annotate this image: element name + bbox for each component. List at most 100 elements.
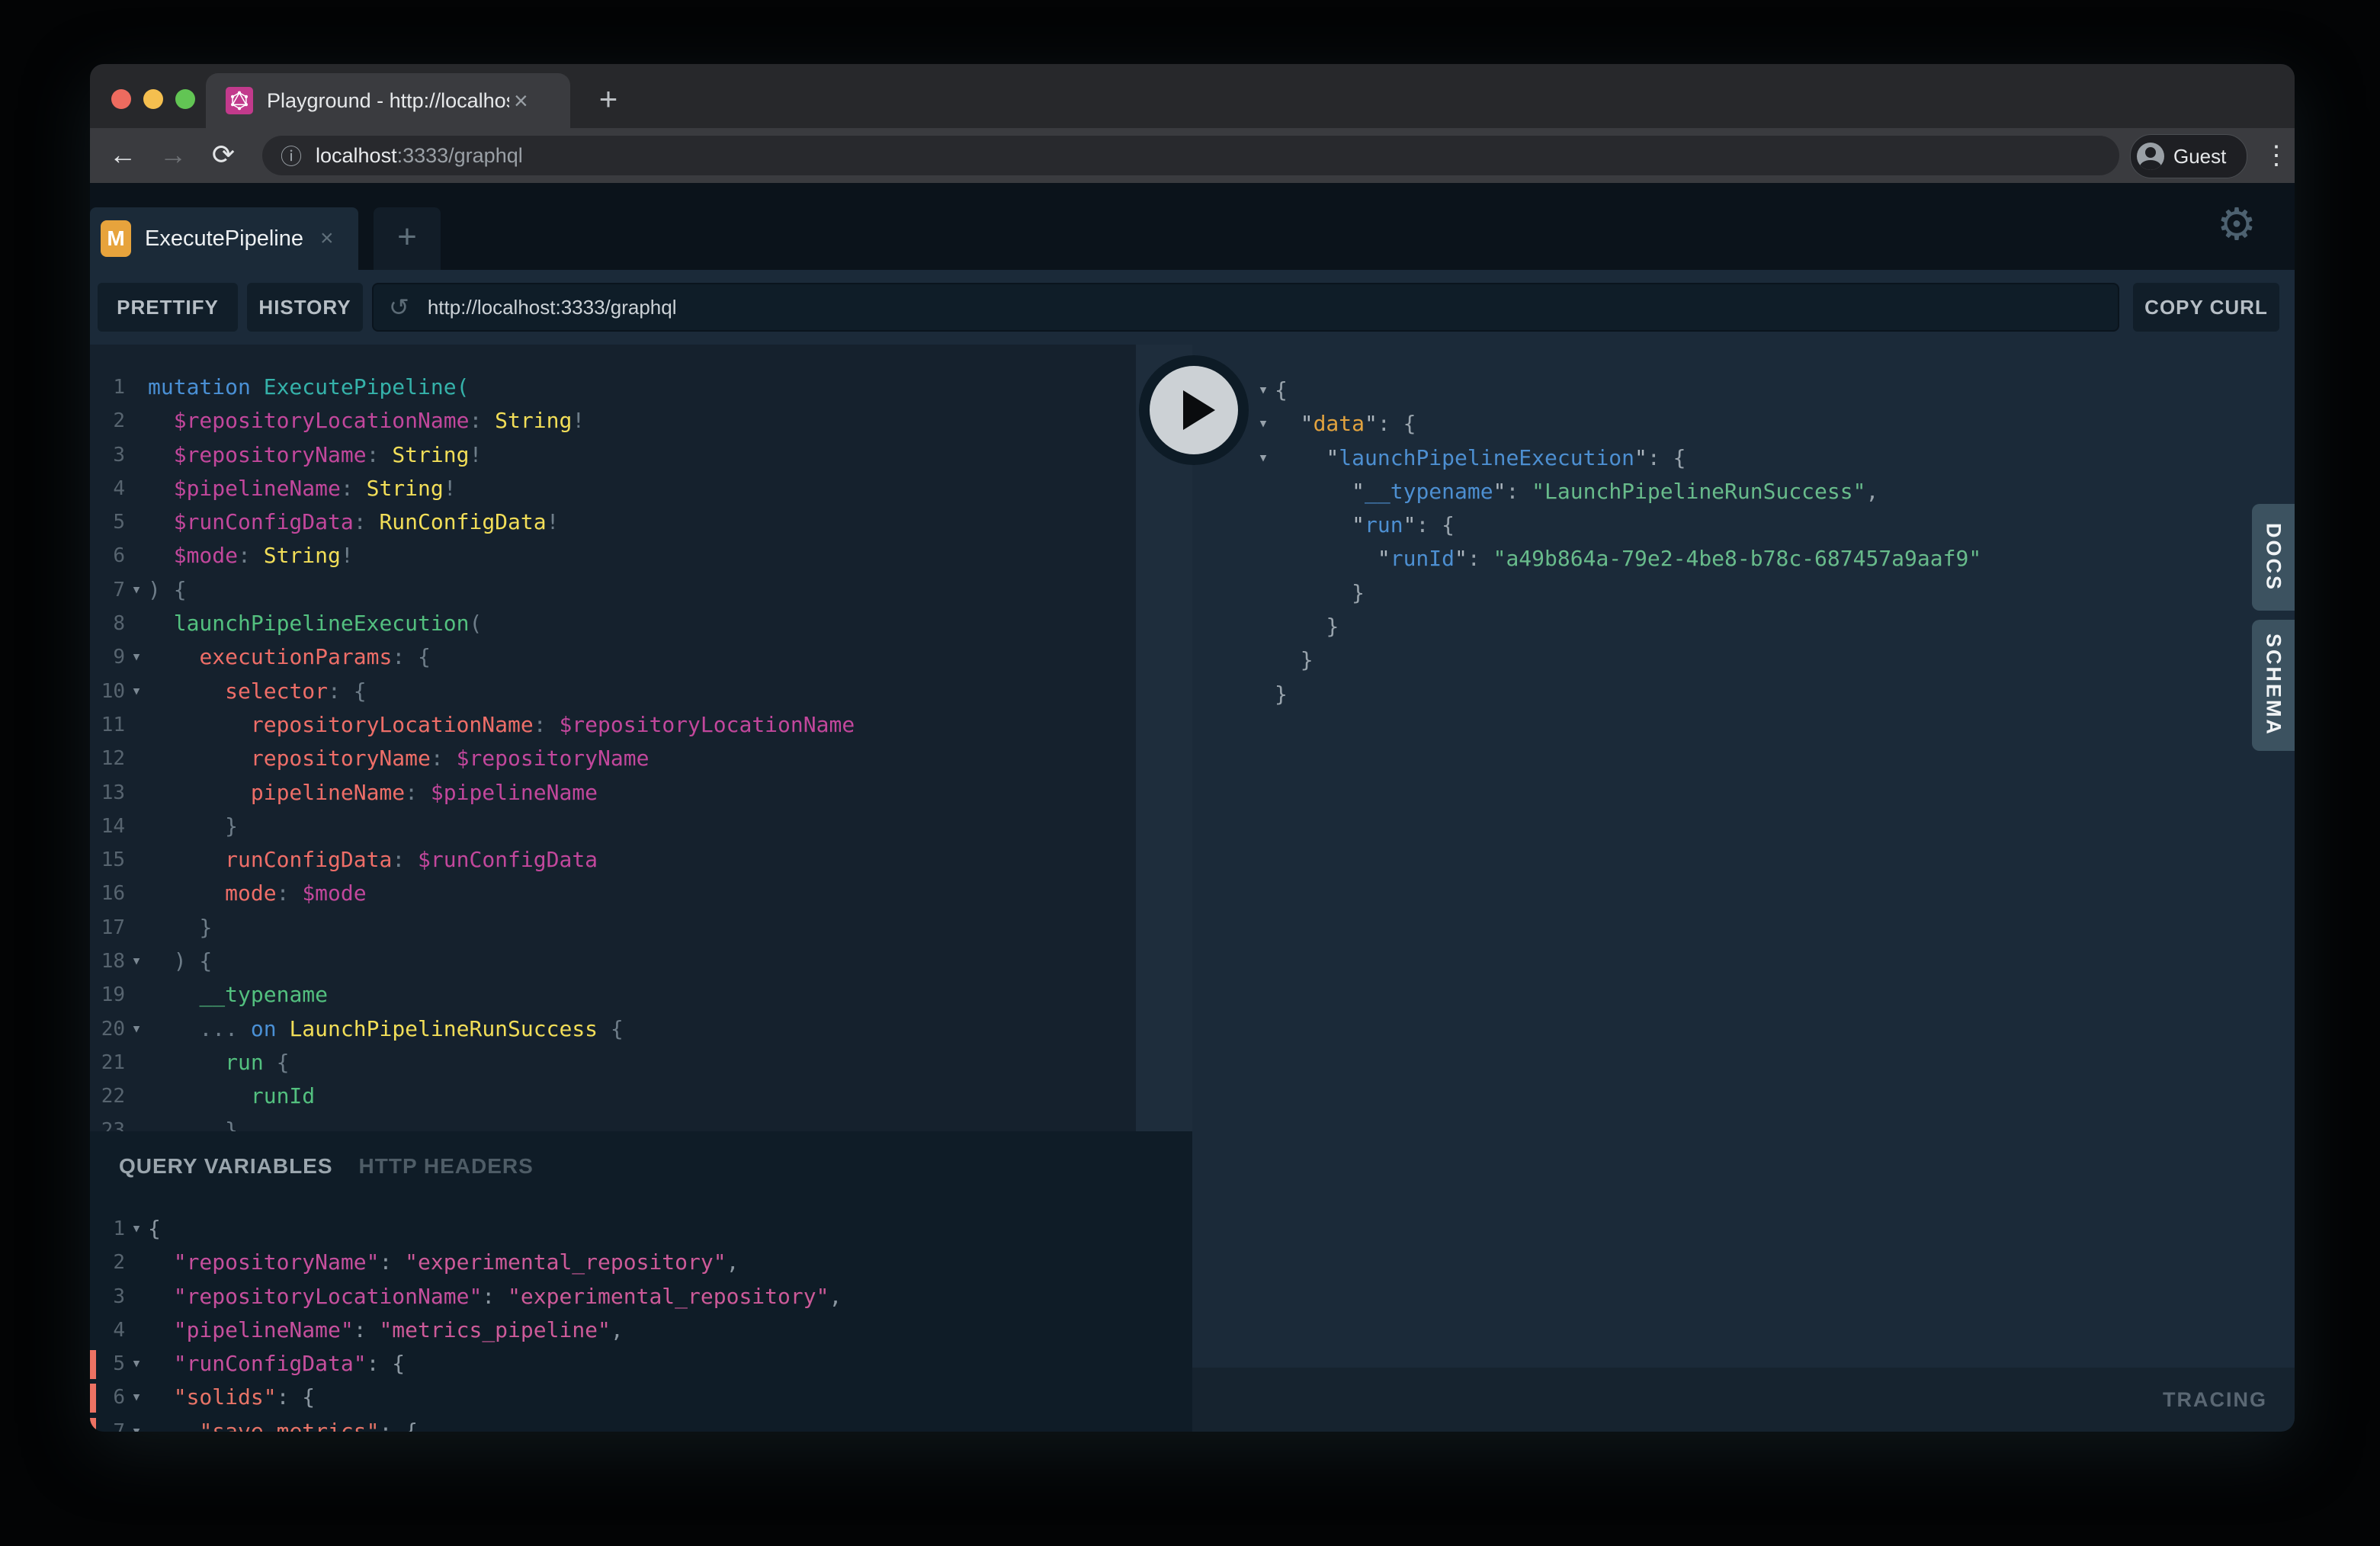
fold-arrow-icon[interactable]: ▾ <box>1252 374 1275 407</box>
endpoint-url: http://localhost:3333/graphql <box>428 296 677 319</box>
tracing-bar[interactable]: TRACING <box>1192 1368 2295 1432</box>
address-url: localhost:3333/graphql <box>316 144 523 168</box>
line-number: 12 <box>90 742 125 775</box>
line-number: 3 <box>90 438 125 472</box>
code-line: "__typename": "LaunchPipelineRunSuccess"… <box>1192 475 2295 508</box>
fold-arrow-icon[interactable]: ▾ <box>1252 441 1275 475</box>
query-variables-panel[interactable]: QUERY VARIABLES HTTP HEADERS 1▾{2 "repos… <box>90 1131 1192 1432</box>
code-line: ▾{ <box>1192 374 2295 407</box>
address-bar[interactable]: ⓘ localhost:3333/graphql <box>262 136 2119 175</box>
code-line: 5▾ "runConfigData": { <box>90 1347 1192 1381</box>
fold-arrow-icon <box>125 438 148 472</box>
back-icon[interactable]: ← <box>104 128 142 183</box>
execute-query-button[interactable] <box>1139 355 1249 465</box>
fold-arrow-icon <box>125 843 148 877</box>
endpoint-input[interactable]: ↺ http://localhost:3333/graphql <box>372 283 2119 332</box>
error-marker <box>90 1350 96 1379</box>
fold-arrow-icon[interactable]: ▾ <box>125 675 148 708</box>
tab-query-variables[interactable]: QUERY VARIABLES <box>119 1154 333 1179</box>
code-line: 4 "pipelineName": "metrics_pipeline", <box>90 1313 1192 1347</box>
new-session-tab-button[interactable]: + <box>374 207 441 270</box>
line-number: 20 <box>90 1012 125 1046</box>
code-line: ▾ "launchPipelineExecution": { <box>1192 441 2295 475</box>
line-number: 9 <box>90 640 125 674</box>
tab-http-headers[interactable]: HTTP HEADERS <box>359 1154 534 1179</box>
fold-arrow-icon <box>1252 643 1275 677</box>
query-editor[interactable]: 1mutation ExecutePipeline(2 $repositoryL… <box>90 345 1136 1131</box>
fold-arrow-icon <box>1252 678 1275 711</box>
line-number: 17 <box>90 911 125 945</box>
code-line: 20▾ ... on LaunchPipelineRunSuccess { <box>90 1012 1136 1046</box>
tab-schema[interactable]: SCHEMA <box>2252 620 2295 751</box>
endpoint-reload-icon[interactable]: ↺ <box>389 293 409 322</box>
mac-close-button[interactable] <box>111 89 131 109</box>
variables-editor[interactable]: 1▾{2 "repositoryName": "experimental_rep… <box>90 1212 1192 1432</box>
fold-arrow-icon <box>125 1246 148 1279</box>
code-line: } <box>1192 678 2295 711</box>
fold-arrow-icon <box>125 370 148 404</box>
tab-docs[interactable]: DOCS <box>2252 504 2295 611</box>
line-number: 21 <box>90 1046 125 1079</box>
code-line: 2 $repositoryLocationName: String! <box>90 404 1136 438</box>
line-number: 4 <box>90 472 125 505</box>
session-tab-close-icon[interactable]: × <box>320 226 334 252</box>
code-line: 1mutation ExecutePipeline( <box>90 370 1136 404</box>
playground-toolbar: PRETTIFY HISTORY ↺ http://localhost:3333… <box>90 270 2295 345</box>
fold-arrow-icon <box>125 1046 148 1079</box>
code-line: 14 } <box>90 810 1136 843</box>
fold-arrow-icon[interactable]: ▾ <box>125 1415 148 1432</box>
mac-zoom-button[interactable] <box>175 89 195 109</box>
session-tab-executepipeline[interactable]: M ExecutePipeline × <box>90 207 358 270</box>
forward-icon[interactable]: → <box>154 128 192 183</box>
code-line: 3 $repositoryName: String! <box>90 438 1136 472</box>
prettify-button[interactable]: PRETTIFY <box>98 283 238 332</box>
browser-tab-close-icon[interactable]: × <box>514 87 528 115</box>
line-number: 15 <box>90 843 125 877</box>
line-number <box>1192 678 1252 711</box>
fold-arrow-icon <box>125 539 148 573</box>
site-info-icon[interactable]: ⓘ <box>281 140 302 171</box>
history-button[interactable]: HISTORY <box>247 283 363 332</box>
fold-arrow-icon[interactable]: ▾ <box>125 945 148 978</box>
mac-minimize-button[interactable] <box>143 89 163 109</box>
code-line: 18▾ ) { <box>90 945 1136 978</box>
code-line: } <box>1192 643 2295 677</box>
fold-arrow-icon[interactable]: ▾ <box>125 1381 148 1414</box>
fold-arrow-icon <box>1252 475 1275 508</box>
fold-arrow-icon[interactable]: ▾ <box>125 640 148 674</box>
fold-arrow-icon <box>125 505 148 539</box>
settings-gear-icon[interactable]: ⚙ <box>2217 198 2257 250</box>
reload-icon[interactable]: ⟳ <box>204 128 242 183</box>
fold-arrow-icon[interactable]: ▾ <box>125 1012 148 1046</box>
error-marker <box>90 1384 96 1413</box>
fold-arrow-icon <box>125 776 148 810</box>
fold-arrow-icon[interactable]: ▾ <box>125 1347 148 1381</box>
profile-button[interactable]: Guest <box>2130 134 2247 178</box>
graphql-logo-icon <box>226 87 253 114</box>
browser-window: Playground - http://localhost:3 × + ← → … <box>90 64 2295 1432</box>
line-number: 7 <box>90 573 125 607</box>
line-number: 11 <box>90 708 125 742</box>
line-number <box>1192 475 1252 508</box>
code-line: 23 } <box>90 1114 1136 1131</box>
line-number: 19 <box>90 978 125 1012</box>
line-number <box>1192 643 1252 677</box>
browser-new-tab-button[interactable]: + <box>584 81 633 120</box>
code-line: 9▾ executionParams: { <box>90 640 1136 674</box>
fold-arrow-icon[interactable]: ▾ <box>125 1212 148 1246</box>
fold-arrow-icon[interactable]: ▾ <box>1252 407 1275 441</box>
code-line: } <box>1192 610 2295 643</box>
browser-tab[interactable]: Playground - http://localhost:3 × <box>206 73 570 128</box>
profile-label: Guest <box>2173 145 2226 168</box>
variables-tabs: QUERY VARIABLES HTTP HEADERS <box>119 1154 534 1179</box>
line-number: 4 <box>90 1313 125 1347</box>
fold-arrow-icon[interactable]: ▾ <box>125 573 148 607</box>
browser-menu-icon[interactable]: ⋮ <box>2260 134 2293 177</box>
response-viewer: ▾{▾ "data": {▾ "launchPipelineExecution"… <box>1192 345 2295 1368</box>
line-number: 22 <box>90 1079 125 1113</box>
code-line: 10▾ selector: { <box>90 675 1136 708</box>
code-line: 8 launchPipelineExecution( <box>90 607 1136 640</box>
fold-arrow-icon <box>125 404 148 438</box>
copy-curl-button[interactable]: COPY CURL <box>2133 283 2279 332</box>
line-number: 16 <box>90 877 125 910</box>
